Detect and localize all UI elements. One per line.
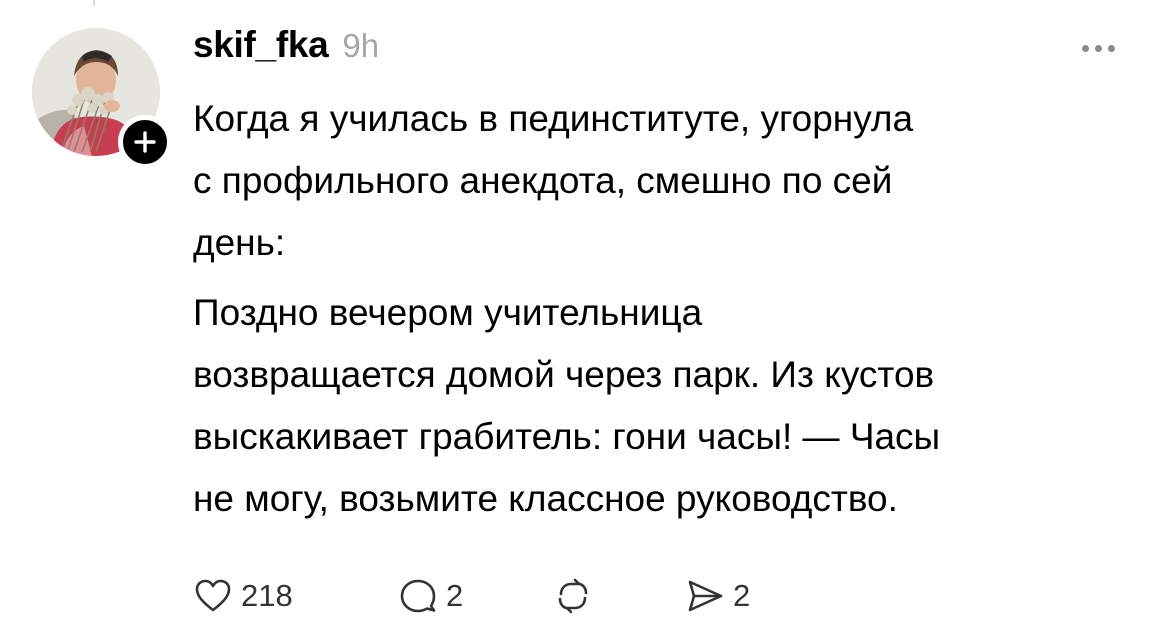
reply-count: 2: [446, 578, 464, 613]
post-text-line: выскакивает грабитель: гони часы! — Часы: [193, 416, 941, 457]
post-text-line: не могу, возьмите классное руководство.: [193, 478, 898, 519]
post-text-line: день:: [193, 222, 286, 263]
like-count: 218: [241, 578, 293, 613]
more-dots-icon: [1094, 44, 1102, 52]
plus-icon: [134, 131, 156, 153]
post-text-line: возвращается домой через парк. Из кустов: [193, 354, 935, 395]
post-text-line: с профильного анекдота, смешно по сей: [193, 160, 893, 201]
post-actions-bar: 218 2 2: [193, 568, 813, 624]
send-icon: [688, 580, 723, 612]
more-options-button[interactable]: [1068, 36, 1128, 60]
post-text-paragraph-2: Поздно вечером учительница возвращается …: [193, 282, 1143, 530]
more-dots-icon: [1107, 44, 1115, 52]
heart-icon: [195, 579, 231, 612]
comment-bubble-icon: [400, 579, 436, 613]
post-text-paragraph-1: Когда я училась в пединституте, угорнула…: [193, 88, 1143, 274]
thread-post: skif_fka 9h Когда я училась в пединститу…: [0, 0, 1149, 640]
username-link[interactable]: skif_fka: [193, 24, 329, 66]
follow-button[interactable]: [118, 115, 172, 169]
share-button[interactable]: 2: [685, 568, 750, 624]
repost-button[interactable]: [553, 568, 593, 624]
post-timestamp: 9h: [342, 27, 380, 64]
repost-arrows-icon: [558, 578, 588, 614]
share-count: 2: [733, 578, 751, 613]
post-text-line: Когда я училась в пединституте, угорнула: [193, 98, 914, 139]
more-dots-icon: [1081, 44, 1089, 52]
reply-button[interactable]: 2: [398, 568, 463, 624]
post-header: skif_fka 9h: [193, 24, 379, 74]
thread-connector-line: [93, 0, 95, 6]
like-button[interactable]: 218: [193, 568, 293, 624]
post-text-line: Поздно вечером учительница: [193, 292, 703, 333]
